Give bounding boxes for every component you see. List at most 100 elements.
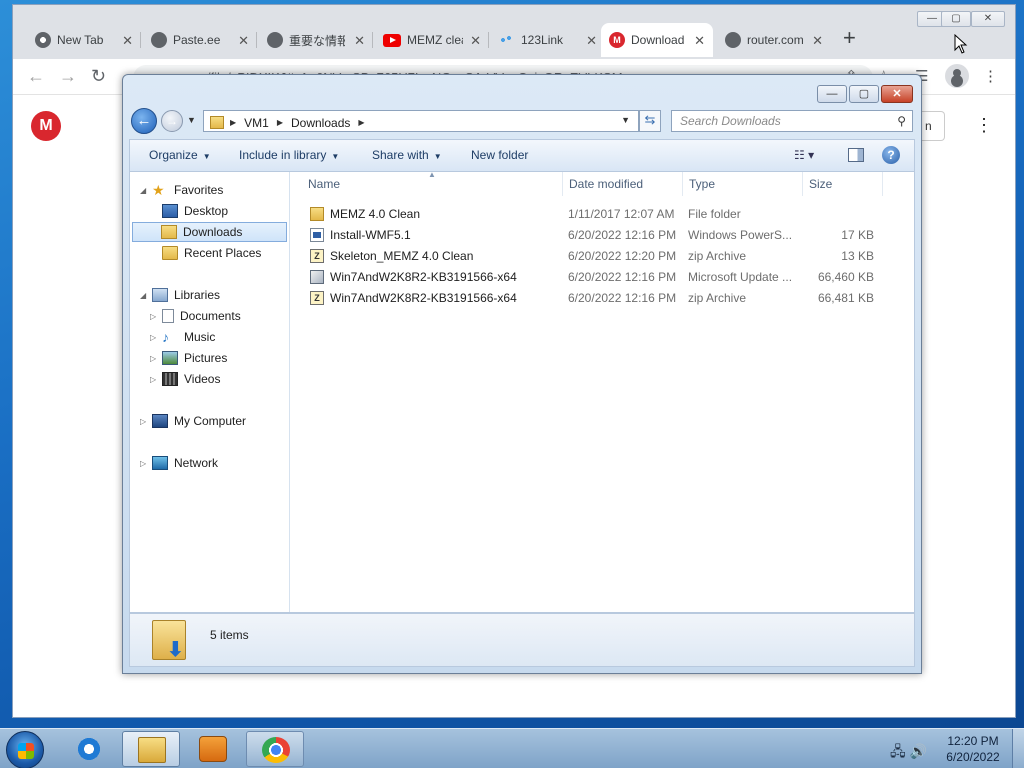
start-button[interactable] (6, 731, 44, 768)
taskbar-windows-explorer[interactable] (122, 731, 180, 767)
close-icon[interactable]: ✕ (812, 33, 823, 49)
file-name: Skeleton_MEMZ 4.0 Clean (330, 249, 474, 263)
forward-button[interactable]: → (161, 110, 183, 132)
recent-places-icon (162, 246, 178, 260)
browser-tab-paste-ee[interactable]: Paste.ee ✕ (143, 23, 257, 57)
close-icon[interactable]: ✕ (470, 33, 481, 49)
breadcrumb-downloads[interactable]: Downloads (291, 116, 350, 130)
share-with-button[interactable]: Share with ▼ (372, 148, 442, 162)
back-arrow-icon[interactable]: ← (27, 66, 45, 87)
column-header-size[interactable]: Size (803, 172, 883, 196)
taskbar-media-player[interactable] (184, 731, 242, 767)
taskbar-internet-explorer[interactable] (60, 731, 118, 767)
help-icon[interactable]: ? (882, 146, 900, 164)
organize-button[interactable]: Organize ▼ (149, 148, 211, 162)
file-name: Win7AndW2K8R2-KB3191566-x64 (330, 291, 517, 305)
chevron-right-icon[interactable]: ▶ (358, 118, 364, 127)
column-header-name[interactable]: Name (302, 172, 563, 196)
browser-tab-123link[interactable]: 123Link ✕ (491, 23, 605, 57)
file-row-memz-folder[interactable]: MEMZ 4.0 Clean 1/11/2017 12:07 AM File f… (292, 203, 892, 224)
internet-explorer-icon (75, 736, 103, 762)
nav-desktop[interactable]: Desktop (162, 201, 228, 221)
collapsed-triangle-icon[interactable]: ▷ (150, 354, 162, 363)
column-header-type[interactable]: Type (683, 172, 803, 196)
refresh-button[interactable]: ⇆ (639, 110, 661, 132)
new-folder-button[interactable]: New folder (471, 148, 528, 162)
show-desktop-button[interactable] (1012, 729, 1024, 768)
collapsed-triangle-icon[interactable]: ▷ (140, 459, 152, 468)
explorer-maximize-button[interactable]: ▢ (849, 85, 879, 103)
profile-avatar-icon[interactable] (945, 64, 969, 88)
tab-label: 重要な情報 (289, 33, 345, 48)
file-name: MEMZ 4.0 Clean (330, 207, 421, 221)
mega-more-menu-icon[interactable]: ⋮ (975, 115, 993, 136)
close-icon[interactable]: ✕ (122, 33, 133, 49)
file-row-kb3191566-zip[interactable]: Z Win7AndW2K8R2-KB3191566-x64 6/20/2022 … (292, 287, 892, 308)
file-row-install-wmf[interactable]: Install-WMF5.1 6/20/2022 12:16 PM Window… (292, 224, 892, 245)
search-input[interactable]: Search Downloads ⚲ (671, 110, 913, 132)
close-icon[interactable]: ✕ (354, 33, 365, 49)
recent-pages-dropdown-icon[interactable]: ▼ (187, 115, 196, 125)
tray-network-volume-icon[interactable]: 🖧 🔊 (890, 741, 927, 765)
close-icon[interactable]: ✕ (694, 33, 705, 49)
browser-tab-router[interactable]: router.com ✕ (717, 23, 831, 57)
expanded-triangle-icon[interactable]: ◢ (140, 291, 152, 300)
forward-arrow-icon[interactable]: → (59, 66, 77, 87)
collapsed-triangle-icon[interactable]: ▷ (150, 333, 162, 342)
item-count: 5 items (210, 628, 249, 642)
breadcrumb-vm1[interactable]: VM1 (244, 116, 269, 130)
nav-downloads[interactable]: Downloads (132, 222, 287, 242)
dots-icon (499, 32, 515, 48)
browser-tab-japanese[interactable]: 重要な情報 ✕ (259, 23, 373, 57)
preview-pane-icon[interactable] (848, 148, 864, 162)
chevron-right-icon[interactable]: ▶ (277, 118, 283, 127)
nav-music[interactable]: ▷ ♪ Music (150, 327, 215, 347)
address-dropdown-icon[interactable]: ▼ (621, 115, 630, 125)
file-row-kb3191566-msu[interactable]: Win7AndW2K8R2-KB3191566-x64 6/20/2022 12… (292, 266, 892, 287)
include-in-library-button[interactable]: Include in library ▼ (239, 148, 339, 162)
chrome-close-button[interactable]: ✕ (971, 11, 1005, 27)
nav-favorites[interactable]: ◢ ★ Favorites (140, 180, 223, 200)
chrome-menu-icon[interactable]: ⋮ (983, 67, 998, 85)
nav-libraries[interactable]: ◢ Libraries (140, 285, 220, 305)
zip-icon: Z (310, 291, 324, 305)
address-bar[interactable]: ▶ VM1 ▶ Downloads ▶ ▼ (203, 110, 639, 132)
nav-documents[interactable]: ▷ Documents (150, 306, 241, 326)
collapsed-triangle-icon[interactable]: ▷ (150, 312, 162, 321)
close-icon[interactable]: ✕ (586, 33, 597, 49)
mega-logo-icon[interactable]: M (31, 111, 61, 141)
nav-recent-places[interactable]: Recent Places (162, 243, 261, 263)
system-clock[interactable]: 12:20 PM 6/20/2022 (942, 733, 1004, 765)
change-view-icon[interactable]: ☷ ▾ (794, 148, 814, 162)
file-row-skeleton-zip[interactable]: Z Skeleton_MEMZ 4.0 Clean 6/20/2022 12:2… (292, 245, 892, 266)
nav-my-computer[interactable]: ▷ My Computer (140, 411, 246, 431)
mega-page-button[interactable]: n (921, 111, 945, 141)
desktop-icon (162, 204, 178, 218)
browser-tab-download-active[interactable]: M Download ✕ (601, 23, 713, 57)
collapsed-triangle-icon[interactable]: ▷ (140, 417, 152, 426)
explorer-close-button[interactable]: ✕ (881, 85, 913, 103)
chevron-down-icon: ▼ (331, 152, 340, 161)
browser-tab-memz-youtube[interactable]: MEMZ clean ✕ (375, 23, 489, 57)
nav-network[interactable]: ▷ Network (140, 453, 218, 473)
taskbar-google-chrome[interactable] (246, 731, 304, 767)
reload-icon[interactable]: ↻ (91, 66, 106, 87)
nav-videos[interactable]: ▷ Videos (150, 369, 220, 389)
back-button[interactable]: ← (131, 108, 157, 134)
chevron-right-icon[interactable]: ▶ (230, 118, 236, 127)
navigation-pane: ◢ ★ Favorites Desktop Downloads Recent P… (130, 172, 290, 612)
column-header-date-modified[interactable]: Date modified (563, 172, 683, 196)
collapsed-triangle-icon[interactable]: ▷ (150, 375, 162, 384)
close-icon[interactable]: ✕ (238, 33, 249, 49)
expanded-triangle-icon[interactable]: ◢ (140, 186, 152, 195)
explorer-minimize-button[interactable]: — (817, 85, 847, 103)
tab-label: router.com (747, 33, 803, 47)
search-icon[interactable]: ⚲ (897, 114, 906, 128)
browser-tab-new-tab[interactable]: New Tab ✕ (27, 23, 141, 57)
nav-pictures[interactable]: ▷ Pictures (150, 348, 227, 368)
new-tab-button[interactable]: + (843, 25, 856, 51)
downloads-folder-icon (210, 116, 224, 129)
chrome-maximize-button[interactable]: ▢ (941, 11, 971, 27)
file-type: zip Archive (688, 249, 747, 263)
explorer-content: ◢ ★ Favorites Desktop Downloads Recent P… (129, 170, 915, 613)
